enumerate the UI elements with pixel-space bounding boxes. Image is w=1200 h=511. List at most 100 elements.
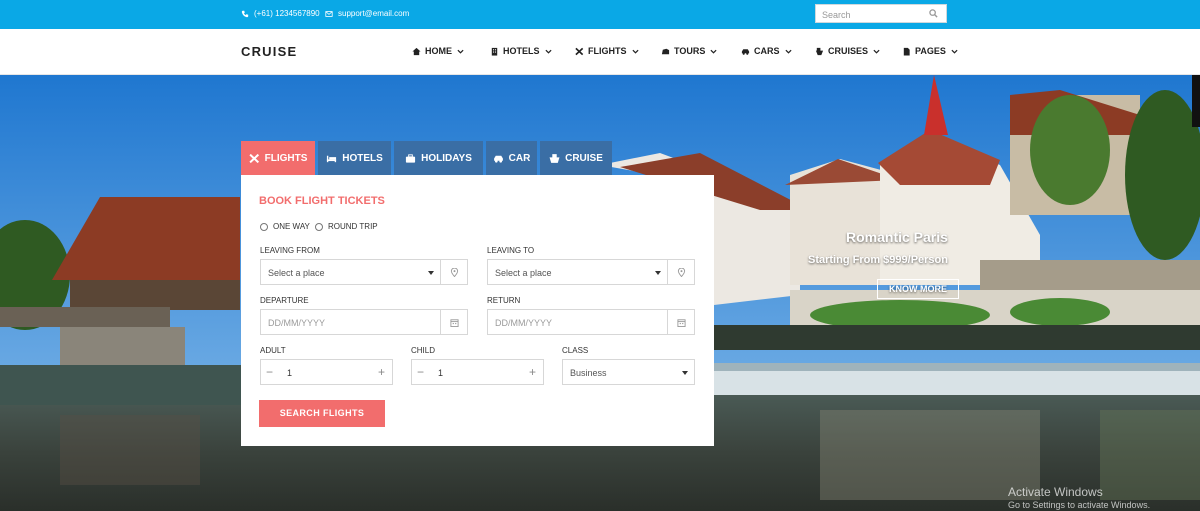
search-flights-button[interactable]: SEARCH FLIGHTS [259,400,385,427]
stepper-value: 1 [438,368,444,378]
page-icon [903,47,910,56]
car-icon [741,48,750,55]
phone-number: (+61) 1234567890 [254,9,320,18]
envelope-icon [325,10,333,17]
nav-label: FLIGHTS [588,46,627,56]
nav-label: HOTELS [503,46,540,56]
chevron-down-icon [457,49,464,54]
building-icon [491,47,498,56]
caret-down-icon [682,371,688,375]
child-label: CHILD [411,346,436,355]
ship-icon [549,153,560,163]
radio-circle[interactable] [315,222,323,231]
caret-down-icon [655,271,661,275]
radio-circle[interactable] [260,222,268,231]
map-marker-icon [677,267,685,277]
radio-one-way[interactable]: ONE WAY [260,222,310,231]
child-stepper[interactable]: − 1 + [411,359,544,385]
tab-cruise[interactable]: CRUISE [540,141,612,175]
stepper-value: 1 [287,368,293,378]
top-bar: (+61) 1234567890 support@email.com [0,0,1200,29]
nav-label: HOME [425,46,452,56]
nav-item-pages[interactable]: PAGES [902,46,958,56]
bed-icon [327,155,337,162]
nav-label: TOURS [674,46,706,56]
chevron-down-icon [784,49,792,54]
tab-label: HOLIDAYS [421,152,472,164]
leaving-to-label: LEAVING TO [487,246,535,255]
nav-item-flights[interactable]: FLIGHTS [575,46,639,56]
adult-label: ADULT [260,346,286,355]
nav-item-cruises[interactable]: CRUISES [815,46,880,56]
calendar-icon [676,318,686,327]
booking-tabs: FLIGHTS HOTELS HOLIDAYS CAR CRUISE [241,141,612,182]
leaving-to-select[interactable]: Select a place [487,259,695,285]
radio-label: ONE WAY [273,222,310,231]
return-date-input[interactable]: DD/MM/YYYY [487,309,695,335]
know-more-button[interactable]: KNOW MORE [877,279,959,299]
form-title: BOOK FLIGHT TICKETS [259,195,385,207]
ship-icon [815,47,824,55]
adult-stepper[interactable]: − 1 + [260,359,393,385]
email-address[interactable]: support@email.com [338,9,409,18]
caret-down-icon [428,271,434,275]
activate-windows-subtitle: Go to Settings to activate Windows. [1008,500,1151,510]
location-addon[interactable] [667,260,694,284]
tour-icon [661,48,670,54]
chevron-down-icon [710,49,717,54]
tab-car[interactable]: CAR [486,141,537,175]
plane-icon [575,47,584,55]
chevron-down-icon [631,49,639,54]
select-value: Select a place [268,268,325,278]
select-value: Select a place [495,268,552,278]
main-navbar: CRUISE HOME HOTELS FLIGHTS TOURS CARS CR… [0,29,1200,75]
nav-item-tours[interactable]: TOURS [661,46,717,56]
nav-label: PAGES [915,46,946,56]
search-icon[interactable] [929,9,938,18]
email-contact[interactable]: support@email.com [325,9,409,18]
phone-icon [241,10,249,17]
phone-contact: (+61) 1234567890 [241,9,320,18]
side-toolbar[interactable] [1192,75,1200,127]
search-box[interactable] [815,4,947,24]
tab-holidays[interactable]: HOLIDAYS [394,141,483,175]
slide-title: Romantic Paris [846,229,948,245]
nav-item-home[interactable]: HOME [412,46,464,56]
calendar-addon[interactable] [667,310,694,334]
car-icon [493,155,503,163]
tab-label: HOTELS [342,152,383,164]
location-addon[interactable] [440,260,467,284]
tab-flights[interactable]: FLIGHTS [241,141,315,182]
leaving-from-select[interactable]: Select a place [260,259,468,285]
tab-hotels[interactable]: HOTELS [318,141,391,175]
tab-label: CRUISE [565,152,603,164]
nav-label: CARS [754,46,780,56]
minus-icon[interactable]: − [417,365,424,379]
tab-label: FLIGHTS [264,152,308,164]
chevron-down-icon [873,49,880,54]
nav-label: CRUISES [828,46,869,56]
plus-icon[interactable]: + [378,365,385,379]
activate-windows-title: Activate Windows [1008,485,1103,499]
departure-date-input[interactable]: DD/MM/YYYY [260,309,468,335]
class-select[interactable]: Business [562,359,695,385]
nav-item-hotels[interactable]: HOTELS [490,46,552,56]
radio-round-trip[interactable]: ROUND TRIP [315,222,378,231]
select-value: Business [570,368,607,378]
nav-item-cars[interactable]: CARS [741,46,792,56]
suitcase-icon [406,153,416,163]
departure-label: DEPARTURE [260,296,309,305]
home-icon [412,47,421,55]
minus-icon[interactable]: − [266,365,273,379]
brand-logo[interactable]: CRUISE [241,44,297,59]
search-input[interactable] [816,6,916,24]
flight-booking-form: BOOK FLIGHT TICKETS ONE WAY ROUND TRIP L… [241,175,714,446]
plus-icon[interactable]: + [529,365,536,379]
date-placeholder: DD/MM/YYYY [495,318,553,328]
calendar-addon[interactable] [440,310,467,334]
radio-label: ROUND TRIP [328,222,378,231]
leaving-from-label: LEAVING FROM [260,246,320,255]
slide-subtitle: Starting From $999/Person [808,254,948,266]
tab-label: CAR [508,152,531,164]
date-placeholder: DD/MM/YYYY [268,318,326,328]
